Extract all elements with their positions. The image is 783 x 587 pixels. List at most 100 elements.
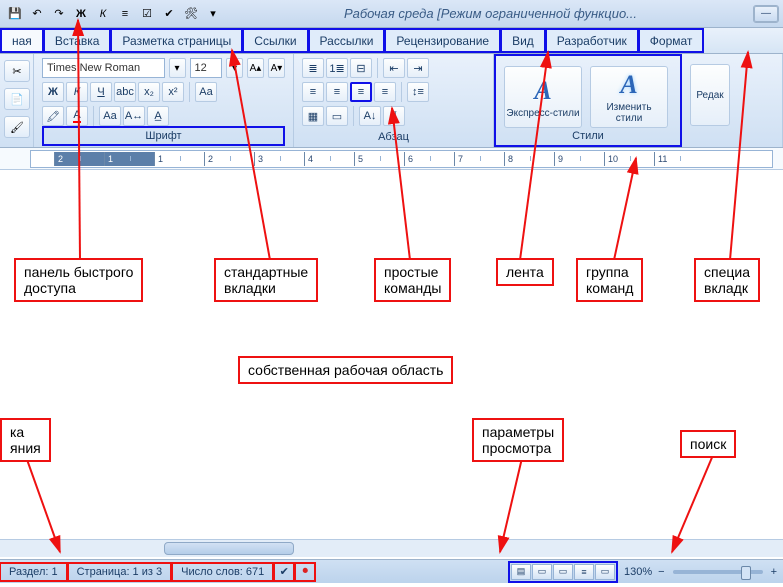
ruler-tick: 1	[104, 152, 154, 166]
horizontal-scrollbar[interactable]	[0, 539, 783, 557]
font-name-dropdown-icon[interactable]: ▾	[169, 58, 186, 78]
cut-icon[interactable]: ✂	[4, 60, 30, 82]
ruler-tick: 10	[604, 152, 654, 166]
superscript-button[interactable]: x²	[162, 82, 184, 102]
clipboard-column: ✂ 📄 🖌	[0, 54, 34, 147]
bullets-icon[interactable]: ≡	[116, 5, 134, 23]
tab-label: Разметка страницы	[122, 34, 231, 48]
underline-button[interactable]: Ч	[90, 82, 112, 102]
ruler-tick: 2	[204, 152, 254, 166]
borders-button[interactable]: ▭	[326, 106, 348, 126]
status-proofing-icon[interactable]: ✔	[273, 562, 295, 582]
clear-format-icon[interactable]: Aa	[195, 82, 217, 102]
callout-view-params: параметры просмотра	[472, 418, 564, 462]
tab-label: Рецензирование	[396, 34, 489, 48]
multilevel-button[interactable]: ⊟	[350, 58, 372, 78]
window-controls: —	[753, 5, 779, 23]
tab-review[interactable]: Рецензирование	[384, 28, 501, 53]
view-full-read-icon[interactable]: ▭	[532, 564, 552, 580]
tab-developer[interactable]: Разработчик	[545, 28, 639, 53]
ruler-tick: 8	[504, 152, 554, 166]
zoom-slider[interactable]	[673, 570, 763, 574]
bullets-button[interactable]: ≣	[302, 58, 324, 78]
tab-view[interactable]: Вид	[500, 28, 546, 53]
tab-format[interactable]: Формат	[638, 28, 705, 53]
status-page[interactable]: Страница: 1 из 3	[67, 562, 173, 582]
zoom-percent[interactable]: 130%	[624, 566, 652, 578]
scrollbar-thumb[interactable]	[164, 542, 294, 555]
font-size-dropdown-icon[interactable]: ▾	[226, 58, 243, 78]
strike-button[interactable]: abc	[114, 82, 136, 102]
format-painter-icon[interactable]: 🖌	[4, 116, 30, 138]
show-formatting-button[interactable]: ¶	[383, 106, 405, 126]
view-outline-icon[interactable]: ≡	[574, 564, 594, 580]
ruler-tick: 7	[454, 152, 504, 166]
bold-button[interactable]: Ж	[42, 82, 64, 102]
line-spacing-button[interactable]: ↕≡	[407, 82, 429, 102]
char-border-icon[interactable]: A̲	[147, 106, 169, 126]
redo-icon[interactable]: ↷	[50, 5, 68, 23]
shading-button[interactable]: ▦	[302, 106, 324, 126]
callout-group: группа команд	[576, 258, 643, 302]
subscript-button[interactable]: x₂	[138, 82, 160, 102]
ruler-tick: 11	[654, 152, 704, 166]
minimize-button[interactable]: —	[754, 6, 778, 22]
zoom-out-icon[interactable]: −	[658, 566, 664, 578]
align-left-button[interactable]: ≡	[302, 82, 324, 102]
separator	[377, 58, 378, 78]
zoom-in-icon[interactable]: +	[771, 566, 777, 578]
quick-styles-label: Экспресс-стили	[506, 108, 579, 119]
callout-simple-commands: простые команды	[374, 258, 451, 302]
tab-label: Формат	[650, 34, 693, 48]
callout-special: специа вкладк	[694, 258, 760, 302]
char-scale-icon[interactable]: A↔	[123, 106, 145, 126]
editing-group: Редак	[682, 54, 783, 147]
align-justify-button[interactable]: ≡	[374, 82, 396, 102]
editing-button[interactable]: Редак	[690, 64, 730, 126]
tab-references[interactable]: Ссылки	[242, 28, 308, 53]
font-color-icon[interactable]: A	[66, 106, 88, 126]
copy-icon[interactable]: 📄	[4, 88, 30, 110]
italic-icon[interactable]: К	[94, 5, 112, 23]
font-name-value: Times New Roman	[47, 62, 140, 74]
align-right-button[interactable]: ≡	[350, 82, 372, 102]
align-center-button[interactable]: ≡	[326, 82, 348, 102]
sort-button[interactable]: A↓	[359, 106, 381, 126]
view-draft-icon[interactable]: ▭	[595, 564, 615, 580]
italic-button[interactable]: К	[66, 82, 88, 102]
indent-dec-button[interactable]: ⇤	[383, 58, 405, 78]
tab-page-layout[interactable]: Разметка страницы	[110, 28, 243, 53]
change-styles-button[interactable]: A Изменить стили	[590, 66, 668, 128]
status-word-count[interactable]: Число слов: 671	[171, 562, 274, 582]
tab-mailings[interactable]: Рассылки	[308, 28, 386, 53]
separator	[189, 82, 190, 102]
status-section[interactable]: Раздел: 1	[0, 562, 68, 582]
highlight-icon[interactable]: 🖍	[42, 106, 64, 126]
bold-icon[interactable]: Ж	[72, 5, 90, 23]
tab-home[interactable]: ная	[0, 28, 44, 53]
font-name-combo[interactable]: Times New Roman	[42, 58, 165, 78]
spellcheck-icon[interactable]: ✔	[160, 5, 178, 23]
font-group-label: Шрифт	[42, 126, 285, 146]
shrink-font-icon[interactable]: A▾	[268, 58, 285, 78]
save-icon[interactable]: 💾	[6, 5, 24, 23]
change-case-icon[interactable]: Aa	[99, 106, 121, 126]
tab-insert[interactable]: Вставка	[43, 28, 112, 53]
horizontal-ruler[interactable]: 2 1 1 2 3 4 5 6 7 8 9 10 11	[0, 148, 783, 170]
quick-styles-button[interactable]: A Экспресс-стили	[504, 66, 582, 128]
checkbox-icon[interactable]: ☑	[138, 5, 156, 23]
numbering-button[interactable]: 1≣	[326, 58, 348, 78]
ruler-tick: 9	[554, 152, 604, 166]
status-record-icon[interactable]: ⏺	[294, 562, 316, 582]
qat-dropdown-icon[interactable]: ▾	[204, 5, 222, 23]
font-size-combo[interactable]: 12	[190, 58, 223, 78]
grow-font-icon[interactable]: A▴	[247, 58, 264, 78]
view-web-icon[interactable]: ▭	[553, 564, 573, 580]
paragraph-group-label: Абзац	[302, 129, 485, 145]
undo-icon[interactable]: ↶	[28, 5, 46, 23]
quick-access-toolbar: 💾 ↶ ↷ Ж К ≡ ☑ ✔ 🛠 ▾	[0, 5, 228, 23]
tools-icon[interactable]: 🛠	[182, 5, 200, 23]
ruler-ticks: 2 1 1 2 3 4 5 6 7 8 9 10 11	[54, 152, 773, 166]
view-print-layout-icon[interactable]: ▤	[511, 564, 531, 580]
indent-inc-button[interactable]: ⇥	[407, 58, 429, 78]
